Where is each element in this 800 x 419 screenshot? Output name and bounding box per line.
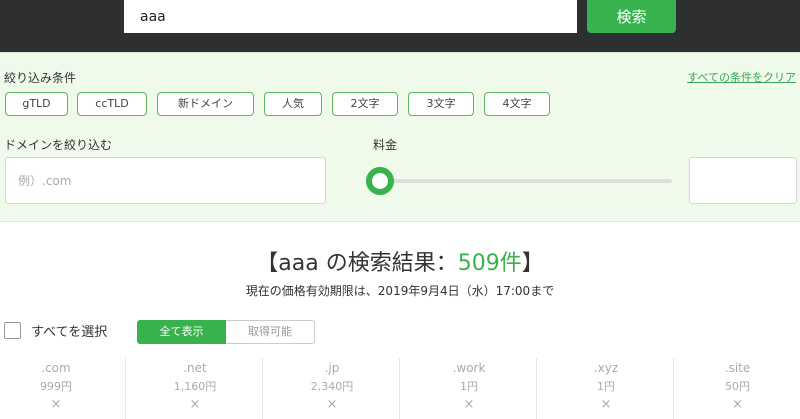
unavailable-x-icon: × [50, 397, 62, 412]
tld-results-row: .com 999円 × .net 1,160円 × .jp 2,340円 × .… [0, 358, 800, 419]
select-all[interactable]: すべてを選択 [4, 321, 107, 340]
tld-item-work[interactable]: .work 1円 × [399, 358, 538, 419]
tld-item-jp[interactable]: .jp 2,340円 × [262, 358, 401, 419]
tld-item-net[interactable]: .net 1,160円 × [125, 358, 264, 419]
search-input[interactable] [124, 0, 577, 33]
search-button[interactable]: 検索 [587, 0, 676, 33]
heading-query: aaa [278, 251, 319, 276]
tld-price: 1円 [460, 380, 478, 393]
tld-price: 2,340円 [310, 380, 354, 393]
display-toggle: 全て表示 取得可能 [137, 320, 315, 344]
tld-name: .jp [324, 361, 340, 375]
tld-name: .work [452, 361, 486, 375]
header-bar: 検索 [0, 0, 800, 52]
domain-filter-label: ドメインを絞り込む [4, 138, 113, 152]
tld-name: .xyz [593, 361, 619, 375]
filter-chip-3chars[interactable]: 3文字 [408, 92, 474, 116]
unavailable-x-icon: × [463, 397, 475, 412]
price-validity-note: 現在の価格有効期限は、2019年9月4日（水）17:00まで [245, 284, 555, 298]
result-heading: 【aaa の検索結果：509件】 [0, 245, 800, 277]
heading-close-bracket: 】 [521, 251, 544, 276]
tld-name: .com [41, 361, 71, 375]
heading-open-bracket: 【 [256, 251, 279, 276]
price-input[interactable] [689, 157, 797, 204]
tld-name: .net [183, 361, 207, 375]
select-all-label: すべてを選択 [31, 325, 108, 340]
tld-price: 50円 [725, 380, 750, 393]
result-count: 509件 [457, 251, 522, 276]
tld-price: 1円 [597, 380, 615, 393]
filter-chip-new-domain[interactable]: 新ドメイン [157, 92, 254, 116]
toggle-show-all[interactable]: 全て表示 [137, 320, 226, 344]
price-label: 料金 [373, 138, 398, 152]
select-all-checkbox[interactable] [4, 322, 21, 339]
unavailable-x-icon: × [600, 397, 612, 412]
filter-chip-gtld[interactable]: gTLD [5, 92, 68, 116]
unavailable-x-icon: × [189, 397, 201, 412]
tld-price: 1,160円 [173, 380, 217, 393]
tld-item-site[interactable]: .site 50円 × [673, 358, 800, 419]
clear-all-link[interactable]: すべての条件をクリア [687, 69, 796, 85]
tld-item-com[interactable]: .com 999円 × [0, 358, 125, 419]
price-slider-track[interactable] [380, 179, 672, 183]
unavailable-x-icon: × [326, 397, 338, 412]
filter-chip-2chars[interactable]: 2文字 [332, 92, 398, 116]
price-slider-thumb[interactable] [366, 167, 394, 195]
heading-mid: の検索結果： [318, 251, 458, 276]
tld-item-xyz[interactable]: .xyz 1円 × [536, 358, 675, 419]
filter-chip-4chars[interactable]: 4文字 [484, 92, 550, 116]
tld-name: .site [724, 361, 751, 375]
filter-chip-cctld[interactable]: ccTLD [77, 92, 147, 116]
unavailable-x-icon: × [732, 397, 743, 412]
toggle-available[interactable]: 取得可能 [226, 320, 315, 344]
domain-filter-input[interactable] [5, 157, 326, 204]
filter-title: 絞り込み条件 [4, 71, 77, 85]
filter-chip-popular[interactable]: 人気 [264, 92, 322, 116]
tld-price: 999円 [40, 380, 72, 393]
filter-panel: 絞り込み条件 すべての条件をクリア gTLD ccTLD 新ドメイン 人気 2文… [0, 52, 800, 222]
